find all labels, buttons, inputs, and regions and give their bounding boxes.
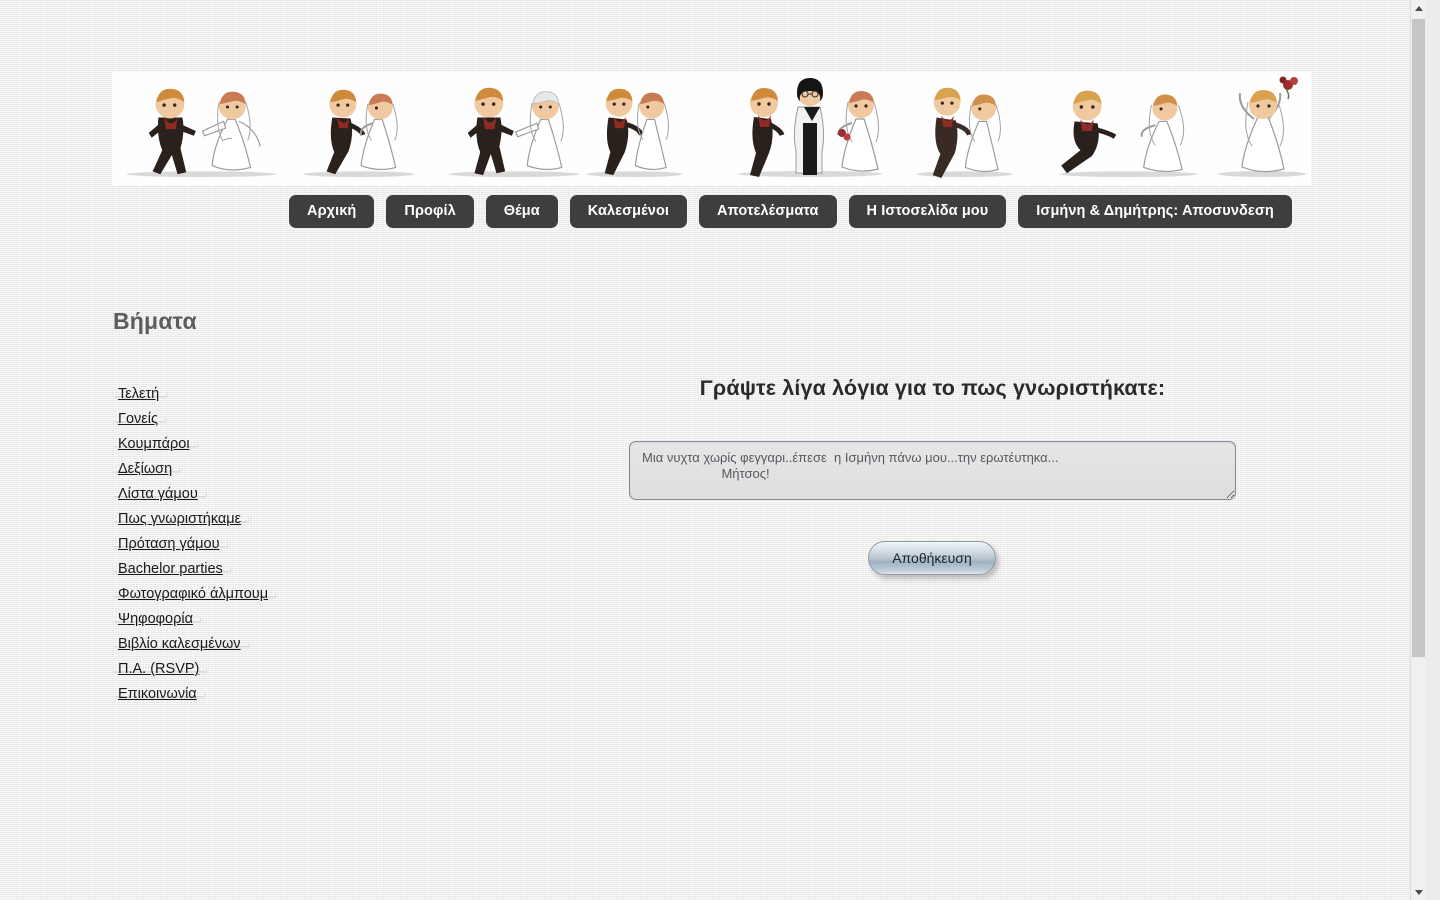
- scrollbar-thumb[interactable]: [1412, 19, 1425, 657]
- main-navigation: Αρχική Προφίλ Θέμα Καλεσμένοι Αποτελέσμα…: [289, 195, 1292, 228]
- sidebar-link-proposal[interactable]: Πρόταση γάμου: [113, 537, 227, 551]
- chevron-up-icon[interactable]: [1411, 0, 1425, 16]
- sidebar-link-how-we-met[interactable]: Πως γνωριστήκαμε: [113, 512, 249, 526]
- nav-guests[interactable]: Καλεσμένοι: [569, 195, 688, 228]
- sidebar-link-reception[interactable]: Δεξίωση: [113, 462, 180, 476]
- save-button-wrapper: Αποθήκευση: [868, 541, 996, 575]
- nav-results[interactable]: Αποτελέσματα: [699, 195, 837, 228]
- save-button[interactable]: Αποθήκευση: [868, 541, 996, 575]
- nav-profile[interactable]: Προφίλ: [386, 195, 474, 228]
- how-we-met-textarea[interactable]: [629, 441, 1236, 500]
- sidebar-title: Βήματα: [113, 308, 197, 334]
- sidebar-link-contact[interactable]: Επικοινωνία: [113, 687, 204, 701]
- banner-figure-3: [437, 83, 591, 179]
- banner-figure-4: [572, 83, 697, 179]
- sidebar-link-guestbook[interactable]: Βιβλίο καλεσμένων: [113, 637, 248, 651]
- banner-figure-6: [902, 83, 1027, 179]
- sidebar-link-poll[interactable]: Ψηφοφορία: [113, 612, 200, 626]
- sidebar-link-bachelor-parties[interactable]: Bachelor parties: [113, 562, 230, 576]
- wedding-banner-image: [112, 72, 1311, 185]
- page-title: Γράψτε λίγα λόγια για το πως γνωριστήκατ…: [699, 376, 1166, 401]
- sidebar-link-best-men[interactable]: Κουμπάροι: [113, 437, 197, 451]
- chevron-down-icon[interactable]: [1411, 884, 1425, 900]
- sidebar-link-photo-album[interactable]: Φωτογραφικό άλμπουμ: [113, 587, 276, 601]
- steps-sidebar: Βήματα Τελετή Γονείς Κουμπάροι Δεξίωση Λ…: [113, 308, 413, 718]
- banner-figure-7: [1042, 83, 1215, 179]
- banner-figure-1: [120, 83, 283, 179]
- sidebar-link-ceremony[interactable]: Τελετή: [113, 387, 167, 401]
- sidebar-link-rsvp[interactable]: Π.Α. (RSVP): [113, 662, 207, 676]
- vertical-scrollbar[interactable]: [1410, 0, 1425, 900]
- banner-figure-5-priest: [720, 77, 900, 179]
- nav-theme[interactable]: Θέμα: [485, 195, 558, 228]
- nav-my-website[interactable]: Η Ιστοσελίδα μου: [848, 195, 1007, 228]
- banner-figure-2: [292, 83, 426, 179]
- banner-figure-8-bouquet: [1202, 75, 1311, 179]
- sidebar-link-parents[interactable]: Γονείς: [113, 412, 165, 426]
- nav-logout[interactable]: Ισμήνη & Δημήτρης: Αποσυνδεση: [1018, 195, 1292, 228]
- sidebar-link-wedding-list[interactable]: Λίστα γάμου: [113, 487, 205, 501]
- page-root: Αρχική Προφίλ Θέμα Καλεσμένοι Αποτελέσμα…: [0, 0, 1425, 900]
- nav-home[interactable]: Αρχική: [289, 195, 375, 228]
